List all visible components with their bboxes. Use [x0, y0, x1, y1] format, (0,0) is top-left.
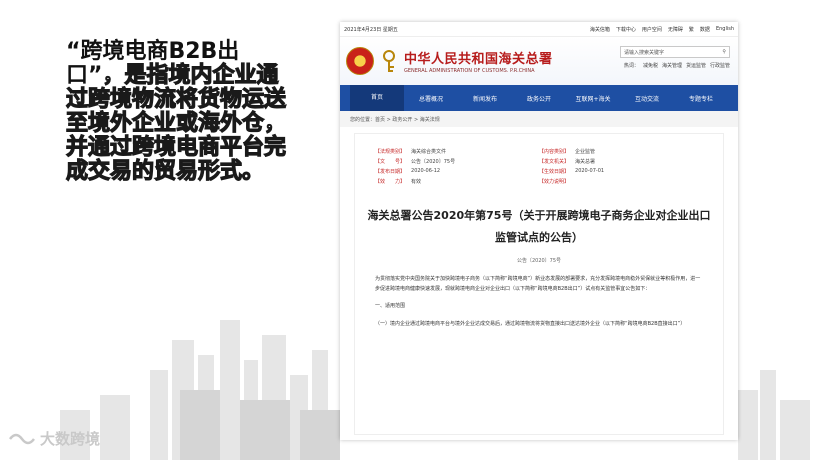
- hot-word[interactable]: 减免税: [643, 62, 658, 69]
- slide-paragraph: “跨境电商B2B出口”，是指境内企业通过跨境物流将货物运送至境外企业或海外仓，并…: [65, 40, 288, 185]
- site-brand: 中华人民共和国海关总署 GENERAL ADMINISTRATION OF CU…: [404, 48, 553, 74]
- site-title-en: GENERAL ADMINISTRATION OF CUSTOMS. P.R.C…: [404, 68, 535, 74]
- date-text: 2021年4月23日 星期五: [344, 26, 398, 33]
- search-placeholder: 请输入搜索关键字: [624, 49, 665, 56]
- nav-internet-customs[interactable]: 互联网+海关: [566, 94, 620, 103]
- nav-about[interactable]: 总署概况: [404, 94, 458, 103]
- search-icon[interactable]: ⚲: [722, 49, 726, 55]
- logo-text: 大数跨境: [40, 430, 101, 448]
- search-input[interactable]: 请输入搜索关键字 ⚲: [620, 46, 730, 58]
- document-paragraph: 为贯彻落实党中央国务院关于加快跨境电子商务（以下简称“跨境电商”）新业态发展的部…: [375, 276, 701, 292]
- hot-label: 热词：: [623, 63, 639, 69]
- meta-row: 【文 号】 公告〔2020〕75号: [375, 159, 456, 165]
- meta-row: 【效力说明】: [539, 179, 570, 185]
- nav-news[interactable]: 新闻发布: [458, 94, 512, 103]
- doc-meta: 【法规类别】 海关综合类文件 【内容类别】 企业监管 【文 号】 公告〔2020〕75…: [375, 148, 703, 185]
- nav-home[interactable]: 首页: [350, 85, 404, 111]
- national-emblem-icon: [346, 47, 374, 75]
- logo-icon: [9, 433, 35, 444]
- top-links: 海关信箱 下载中心 用户空间 无障碍繁数据 English: [590, 26, 734, 33]
- top-link[interactable]: 用户空间: [642, 26, 662, 33]
- section-heading: 一、适用范围: [375, 303, 406, 309]
- hot-words: 热词： 减免税 海关管理 货运监管 行政监管: [624, 62, 730, 69]
- meta-row: 【内容类别】 企业监管: [539, 149, 596, 155]
- meta-row: 【发布日期】 2020-06-12: [375, 168, 441, 175]
- website-screenshot: 2021年4月23日 星期五 海关信箱 下载中心 用户空间 无障碍繁数据 English…: [340, 22, 738, 440]
- main-nav: 首页 总署概况 新闻发布 政务公开 互联网+海关 互动交流 专题专栏: [340, 85, 738, 111]
- meta-row: 【生效日期】 2020-07-01: [539, 168, 605, 175]
- meta-row: 【法规类别】 海关综合类文件: [375, 149, 447, 155]
- document-title: 海关总署公告2020年第75号（关于开展跨境电子商务企业对企业出口监管试点的公告…: [367, 209, 711, 244]
- top-link[interactable]: 下载中心: [616, 26, 636, 33]
- top-link[interactable]: English: [716, 26, 734, 33]
- section-paragraph: （一）境内企业通过跨境电商平台与境外企业达成交易后，通过跨境物流将货物直接出口送…: [375, 321, 686, 327]
- breadcrumb: 您的位置：首页 > 政务公开 > 海关法规: [340, 111, 738, 127]
- site-header: 中华人民共和国海关总署 GENERAL ADMINISTRATION OF CU…: [340, 37, 738, 85]
- article-content: 【法规类别】 海关综合类文件 【内容类别】 企业监管 【文 号】 公告〔2020〕75…: [354, 133, 724, 435]
- top-link[interactable]: 无障碍: [668, 26, 683, 33]
- nav-public-affairs[interactable]: 政务公开: [512, 94, 566, 103]
- top-link[interactable]: 海关信箱: [590, 26, 610, 33]
- brand-logo: 大数跨境: [8, 428, 100, 449]
- nav-topics[interactable]: 专题专栏: [674, 94, 728, 103]
- top-link[interactable]: 数据: [700, 26, 710, 33]
- nav-interaction[interactable]: 互动交流: [620, 94, 674, 103]
- hot-word[interactable]: 货运监管: [686, 62, 706, 69]
- meta-row: 【发文机关】 海关总署: [539, 159, 596, 165]
- site-title-cn: 中华人民共和国海关总署: [404, 52, 553, 67]
- hot-word[interactable]: 海关管理: [662, 62, 682, 69]
- meta-row: 【效 力】 有效: [375, 179, 422, 185]
- top-utility-bar: 2021年4月23日 星期五 海关信箱 下载中心 用户空间 无障碍繁数据 English: [340, 22, 738, 37]
- top-link[interactable]: 繁: [689, 26, 694, 33]
- document-number: 公告〔2020〕75号: [516, 258, 562, 264]
- customs-emblem-icon: [383, 50, 395, 72]
- hot-word[interactable]: 行政监管: [710, 62, 730, 69]
